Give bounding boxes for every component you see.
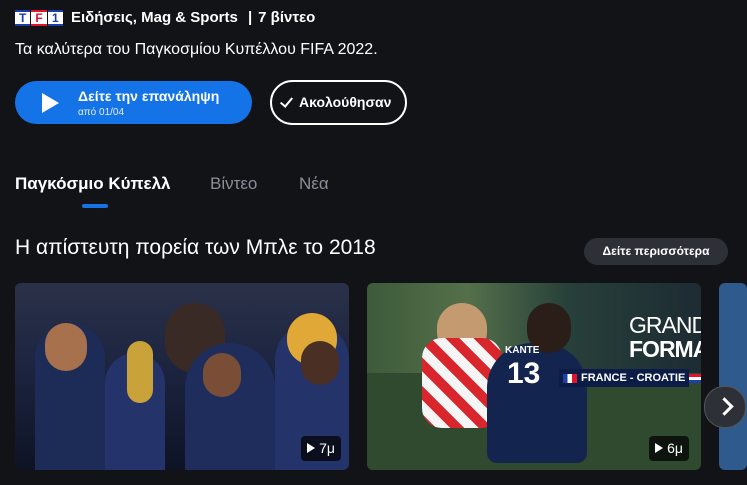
overlay-title-line: GRAND: [629, 312, 701, 338]
watch-replay-date: από 01/04: [78, 107, 125, 118]
watch-replay-button[interactable]: Δείτε την επανάληψη από 01/04: [15, 81, 252, 124]
logo-letter: T: [15, 10, 31, 26]
carousel-next-button[interactable]: [704, 386, 746, 428]
video-card[interactable]: KANTE 13 GRAND FORMAT FRANCE - CROATIE 6…: [367, 283, 701, 470]
logo-letter: F: [31, 10, 47, 26]
duration-text: 6μ: [667, 440, 683, 456]
france-flag-icon: [563, 373, 577, 383]
channel-name[interactable]: Ειδήσεις, Mag & Sports: [71, 9, 238, 26]
logo-letter: 1: [47, 10, 63, 26]
video-card[interactable]: 7μ: [15, 283, 349, 470]
watch-replay-label: Δείτε την επανάληψη: [78, 88, 220, 104]
check-icon: [279, 94, 294, 108]
jersey-number: 13: [507, 357, 541, 390]
tab-videos[interactable]: Βίντεο: [210, 174, 257, 194]
duration-badge: 7μ: [301, 436, 341, 461]
matchup-text: FRANCE - CROATIE: [581, 372, 686, 384]
play-icon: [307, 443, 316, 453]
see-more-button[interactable]: Δείτε περισσότερα: [584, 238, 728, 265]
video-count: 7 βίντεο: [258, 9, 316, 26]
croatia-flag-icon: [689, 373, 701, 383]
duration-badge: 6μ: [649, 436, 689, 461]
follow-label: Ακολούθησαν: [299, 94, 392, 110]
separator: |: [247, 9, 253, 26]
overlay-title-line: FORMAT: [629, 336, 701, 362]
section-title: Η απίστευτη πορεία των Μπλε το 2018: [15, 236, 376, 259]
overlay-title: GRAND FORMAT: [629, 313, 701, 361]
active-tab-indicator: [82, 204, 108, 208]
play-icon: [655, 443, 664, 453]
duration-text: 7μ: [319, 440, 335, 456]
jersey-name: KANTE: [505, 345, 540, 356]
program-description: Τα καλύτερα του Παγκοσμίου Κυπέλλου FIFA…: [15, 41, 378, 58]
tf1-logo: T F 1: [15, 10, 63, 26]
play-icon: [42, 93, 59, 113]
chevron-right-icon: [715, 397, 734, 416]
matchup-banner: FRANCE - CROATIE: [559, 369, 701, 387]
channel-info: Ειδήσεις, Mag & Sports | 7 βίντεο: [71, 9, 315, 26]
follow-button[interactable]: Ακολούθησαν: [270, 80, 407, 125]
tab-world-cup[interactable]: Παγκόσμιο Κύπελλ: [15, 174, 171, 194]
card-thumbnail: [15, 283, 349, 470]
video-card[interactable]: [719, 283, 747, 470]
tab-news[interactable]: Νέα: [299, 174, 329, 194]
